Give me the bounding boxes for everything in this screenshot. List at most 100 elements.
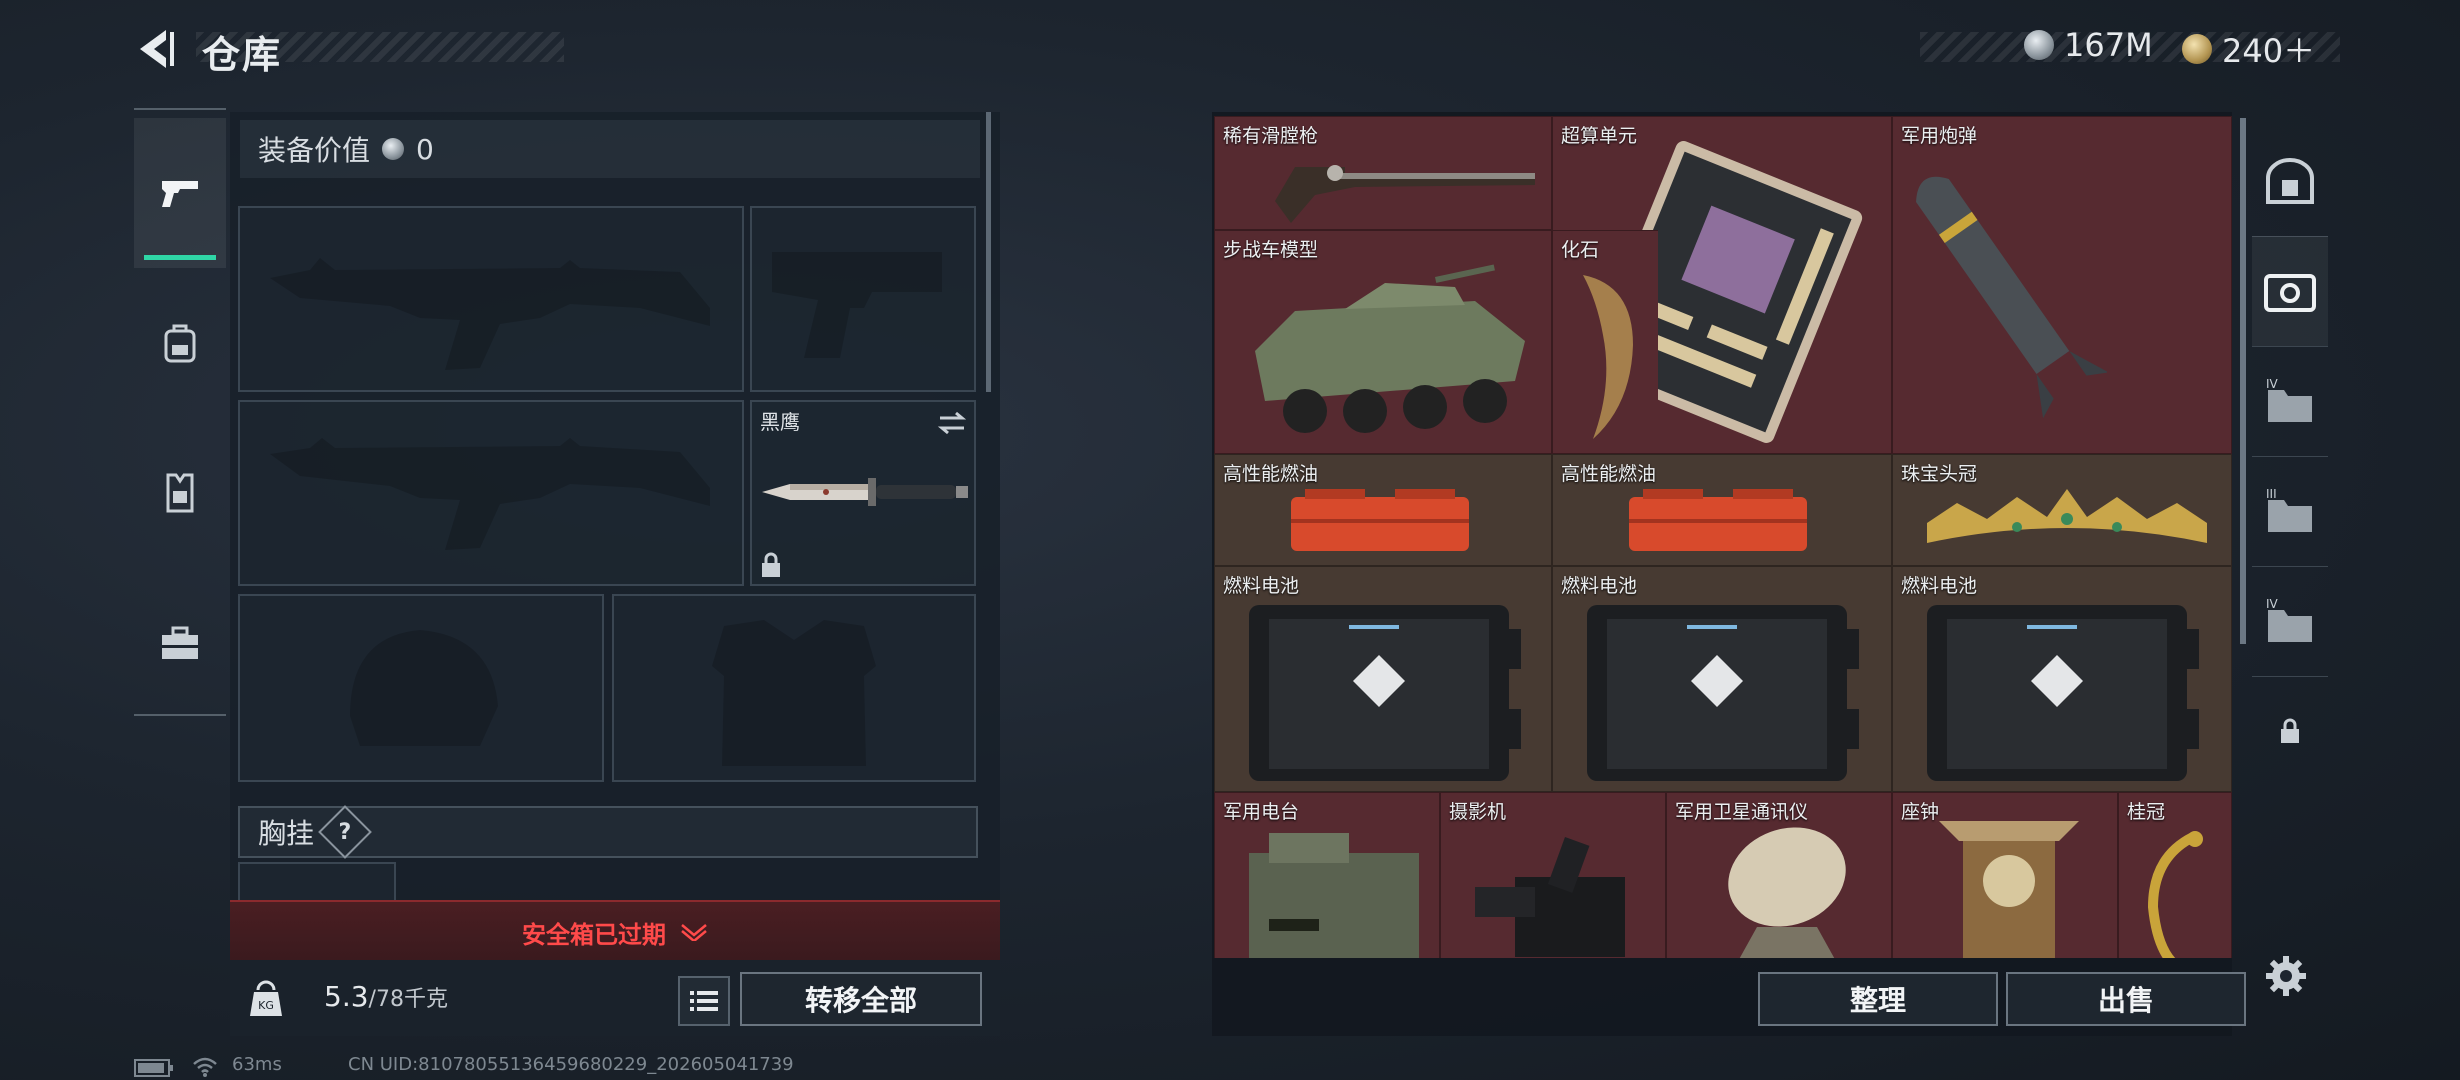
safebox-expired-banner[interactable]: 安全箱已过期 xyxy=(230,900,1000,962)
stash-item-mantel-clock[interactable]: 座钟 xyxy=(1892,792,2118,958)
nav-weapons[interactable] xyxy=(134,118,226,268)
toolbox-icon xyxy=(162,626,198,659)
equipment-scrollbar[interactable] xyxy=(986,112,991,392)
stash-item-fuel-cell[interactable]: 燃料电池 xyxy=(1552,566,1892,792)
fuel-canister-icon xyxy=(1629,489,1807,551)
stash-item-jeweled-tiara[interactable]: 珠宝头冠 xyxy=(1892,454,2232,566)
equipment-value: 0 xyxy=(416,132,434,166)
stash-tab-main[interactable] xyxy=(2252,236,2328,347)
help-badge[interactable]: ? xyxy=(318,805,372,859)
helmet-slot[interactable] xyxy=(238,594,604,782)
stash-item-laurel-crown[interactable]: 桂冠 xyxy=(2118,792,2232,958)
tab-roman-label: IV xyxy=(2266,597,2279,611)
silver-coin-icon xyxy=(2024,30,2054,60)
helmet-silhouette-icon xyxy=(350,630,498,746)
fuel-canister-icon xyxy=(1291,489,1469,551)
backpack-icon xyxy=(164,324,196,363)
primary-weapon-slot-2[interactable] xyxy=(238,400,744,586)
vault-icon xyxy=(2266,158,2314,204)
chest-rig-header: 胸挂 ? xyxy=(238,805,978,859)
battery-icon xyxy=(134,1059,173,1077)
settings-gear-icon[interactable] xyxy=(2264,954,2308,998)
stash-item-satellite-comms[interactable]: 军用卫星通讯仪 xyxy=(1666,792,1892,958)
stash-tab-iv[interactable]: IV xyxy=(2252,346,2328,457)
sell-button[interactable]: 出售 xyxy=(2006,972,2246,1026)
nav-items[interactable] xyxy=(134,568,226,718)
pistol-silhouette-icon xyxy=(772,252,942,358)
vest-icon xyxy=(166,473,194,513)
folder-iv-icon: IV xyxy=(2266,597,2312,642)
primary-weapon-slot-1[interactable] xyxy=(238,206,744,392)
item-name: 桂冠 xyxy=(2127,801,2166,823)
stash-item-ifv-model[interactable]: 步战车模型 xyxy=(1214,230,1552,454)
currency-gold-value: 240＋ xyxy=(2222,32,2316,70)
weight-current: 5.3 xyxy=(324,980,369,1013)
lock-icon xyxy=(2281,718,2299,743)
folder-iii-icon: III xyxy=(2266,487,2312,532)
weight-max: /78千克 xyxy=(368,987,448,1012)
stash-scrollbar[interactable] xyxy=(2240,118,2246,644)
chest-rig-slot[interactable] xyxy=(238,862,396,902)
armored-vehicle-icon xyxy=(1255,264,1525,433)
item-name: 珠宝头冠 xyxy=(1901,463,1978,485)
safebox-status-text: 安全箱已过期 xyxy=(522,920,666,949)
vest-silhouette-icon xyxy=(712,620,876,766)
item-name: 稀有滑膛枪 xyxy=(1223,125,1319,147)
tiara-icon xyxy=(1927,489,2207,543)
stash-item-fuel-cell[interactable]: 燃料电池 xyxy=(1214,566,1552,792)
stash-item-camera[interactable]: 摄影机 xyxy=(1440,792,1666,958)
ping-readout: 63ms xyxy=(232,1054,282,1075)
stash-item-rare-musket[interactable]: 稀有滑膛枪 xyxy=(1214,116,1552,230)
gold-coin-icon xyxy=(2182,34,2212,64)
stash-item-high-performance-fuel[interactable]: 高性能燃油 xyxy=(1214,454,1552,566)
sidearm-slot[interactable] xyxy=(750,206,976,392)
stash-item-high-performance-fuel[interactable]: 高性能燃油 xyxy=(1552,454,1892,566)
stash-tab-iv-2[interactable]: IV xyxy=(2252,566,2328,677)
tab-roman-label: III xyxy=(2266,487,2277,501)
currency-silver-value: 167M xyxy=(2064,26,2153,64)
melee-slot[interactable]: 黑鹰 xyxy=(750,400,976,586)
stash-item-fossil[interactable]: 化石 xyxy=(1552,230,1658,454)
rifle-silhouette-icon xyxy=(270,438,710,550)
radio-icon xyxy=(1249,833,1419,958)
list-view-button[interactable] xyxy=(678,976,730,1026)
wifi-icon xyxy=(193,1057,217,1077)
stash-item-military-radio[interactable]: 军用电台 xyxy=(1214,792,1440,958)
sort-button[interactable]: 整理 xyxy=(1758,972,1998,1026)
player-uid: CN UID:810780551364596802​29_20260504173… xyxy=(348,1054,794,1075)
chevron-down-icon xyxy=(681,924,707,941)
transfer-all-button[interactable]: 转移全部 xyxy=(740,972,982,1026)
stash-tab-vault[interactable] xyxy=(2252,126,2328,237)
list-icon xyxy=(690,991,718,1011)
weight-icon: KG xyxy=(250,980,282,1016)
stash-item-fuel-cell[interactable]: 燃料电池 xyxy=(1892,566,2232,792)
item-name: 军用电台 xyxy=(1223,801,1300,823)
equipment-value-label: 装备价值 xyxy=(258,134,371,167)
nav-armor[interactable] xyxy=(134,418,226,568)
page-title: 仓库 xyxy=(202,33,283,77)
swap-icon[interactable] xyxy=(936,410,968,436)
tab-roman-label: IV xyxy=(2266,377,2279,391)
fuel-cell-icon xyxy=(1587,605,1859,781)
fuel-cell-icon xyxy=(1927,605,2199,781)
currency-silver: 167M xyxy=(2024,26,2153,64)
artillery-shell-icon xyxy=(1916,176,2107,419)
rifle-silhouette-icon xyxy=(270,258,710,370)
equipment-value-bar: 装备价值 0 xyxy=(240,120,980,178)
nav-backpack[interactable] xyxy=(134,268,226,418)
knife-icon xyxy=(762,478,968,506)
laurel-icon xyxy=(2147,831,2203,958)
stash-tab-iii[interactable]: III xyxy=(2252,456,2328,567)
folder-iv-icon: IV xyxy=(2266,377,2312,422)
fossil-claw-icon xyxy=(1583,275,1633,439)
stash-tab-locked[interactable] xyxy=(2252,676,2328,786)
back-arrow-icon[interactable] xyxy=(132,26,178,72)
pistol-icon xyxy=(162,181,198,207)
video-camera-icon xyxy=(1475,837,1625,957)
currency-gold[interactable]: 240＋ xyxy=(2182,26,2315,72)
chest-rig-label: 胸挂 xyxy=(258,817,315,850)
stash-item-military-shell[interactable]: 军用炮弹 xyxy=(1892,116,2232,454)
armor-slot[interactable] xyxy=(612,594,976,782)
stash-grid: 稀有滑膛枪 超算单元 军用炮弹 步战车模型 化石 高性能燃油 高性能燃油 珠宝头… xyxy=(1214,116,2232,958)
help-icon: ? xyxy=(338,819,352,845)
